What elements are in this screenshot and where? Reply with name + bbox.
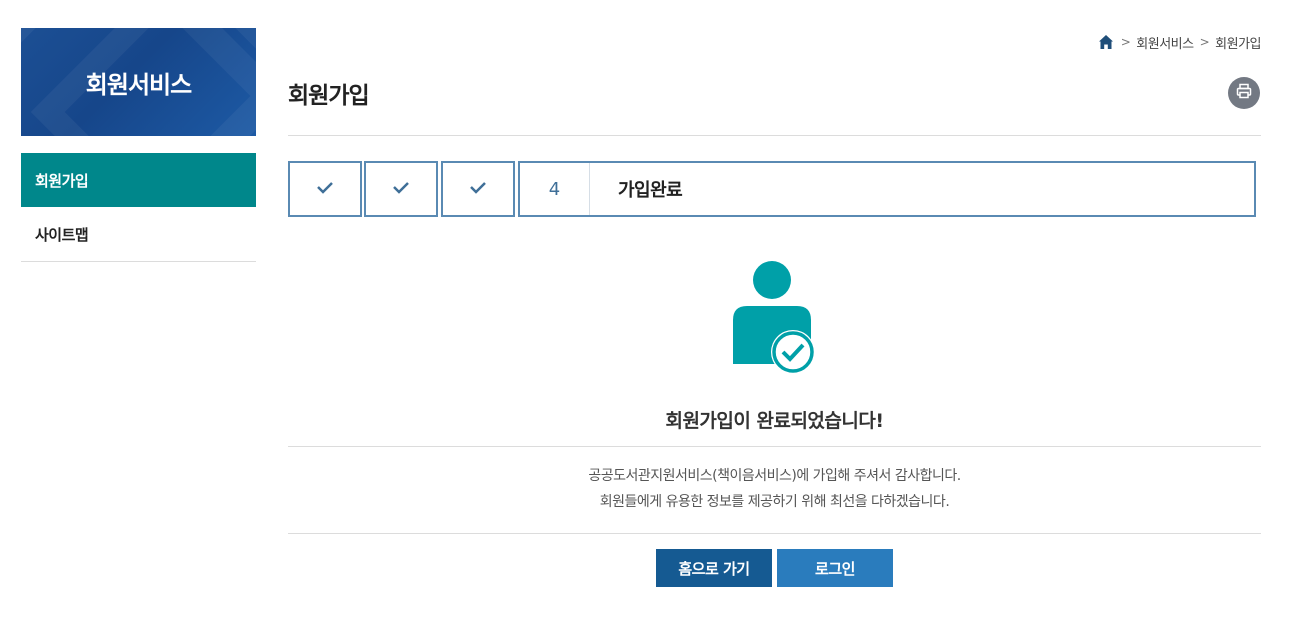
- check-icon: [391, 179, 411, 199]
- breadcrumb-separator: >: [1199, 35, 1210, 49]
- page-title: 회원가입: [288, 83, 370, 109]
- sidebar-item-label: 회원가입: [35, 171, 89, 190]
- check-icon: [315, 179, 335, 199]
- check-icon: [468, 179, 488, 199]
- breadcrumb-separator: >: [1120, 35, 1131, 49]
- step-label: 가입완료: [618, 180, 683, 201]
- step-4-current: 4 가입완료: [518, 161, 1256, 217]
- sidebar-item-signup[interactable]: 회원가입: [21, 153, 256, 207]
- description-line-1: 공공도서관지원서비스(책이음서비스)에 가입해 주셔서 감사합니다.: [588, 468, 961, 484]
- message-divider: [288, 446, 1261, 447]
- completion-description: 공공도서관지원서비스(책이음서비스)에 가입해 주셔서 감사합니다. 회원들에게…: [288, 463, 1261, 515]
- home-icon[interactable]: [1097, 33, 1115, 51]
- step-1-completed: [288, 161, 362, 217]
- print-button[interactable]: [1228, 77, 1260, 109]
- step-2-completed: [364, 161, 438, 217]
- sidebar-menu: 회원가입 사이트맵: [21, 153, 256, 262]
- title-divider: [288, 135, 1261, 136]
- printer-icon: [1235, 82, 1253, 104]
- step-number: 4: [520, 163, 590, 215]
- sidebar-title: 회원서비스: [85, 70, 192, 99]
- go-home-button[interactable]: 홈으로 가기: [656, 549, 772, 587]
- breadcrumb-item-signup[interactable]: 회원가입: [1215, 33, 1261, 52]
- user-check-icon: [730, 260, 820, 375]
- step-3-completed: [441, 161, 515, 217]
- login-button[interactable]: 로그인: [777, 549, 893, 587]
- sidebar-item-label: 사이트맵: [35, 225, 89, 244]
- breadcrumb: > 회원서비스 > 회원가입: [1097, 32, 1261, 52]
- description-line-2: 회원들에게 유용한 정보를 제공하기 위해 최선을 다하겠습니다.: [599, 494, 950, 510]
- sidebar-banner: 회원서비스: [21, 28, 256, 136]
- description-divider: [288, 533, 1261, 534]
- breadcrumb-item-member-service[interactable]: 회원서비스: [1136, 33, 1194, 52]
- completion-message: 회원가입이 완료되었습니다!: [665, 410, 884, 432]
- sidebar-item-sitemap[interactable]: 사이트맵: [21, 207, 256, 262]
